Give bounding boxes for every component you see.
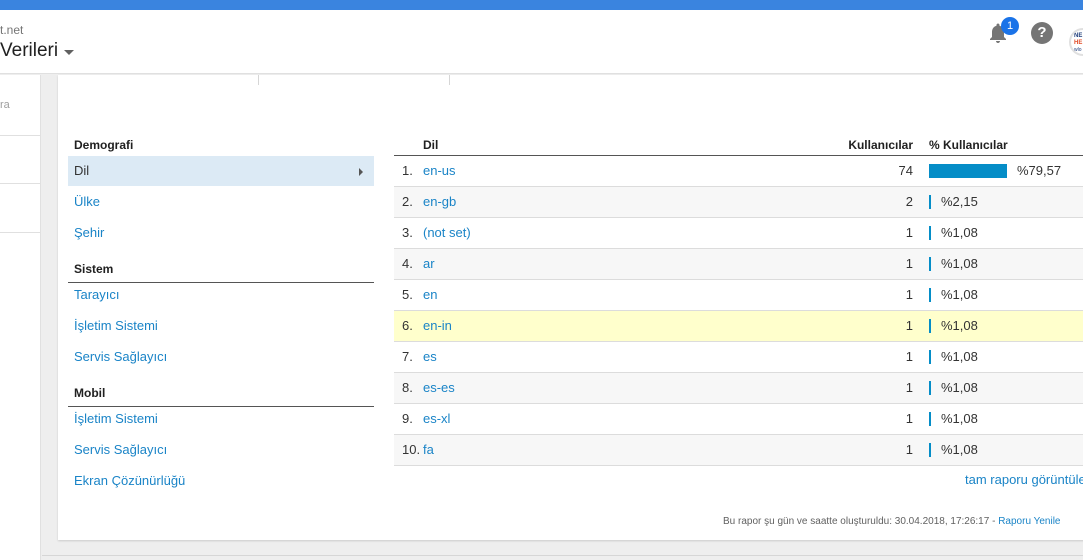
users-value: 1 <box>905 380 913 395</box>
table-row: 3. (not set) 1 %1,08 <box>394 218 1083 249</box>
language-link[interactable]: ar <box>423 249 435 279</box>
avatar-text-2: HE <box>1074 40 1083 46</box>
generated-text: Bu rapor şu gün ve saatte oluşturuldu: 3… <box>723 516 999 527</box>
table-row: 10. fa 1 %1,08 <box>394 435 1083 466</box>
percent-bar <box>929 381 931 395</box>
column-header-dil: Dil <box>423 138 439 152</box>
percent-bar <box>929 226 931 240</box>
table-row: 1. en-us 74 %79,57 <box>394 156 1083 187</box>
row-rank: 3. <box>402 225 413 240</box>
language-link[interactable]: en-in <box>423 311 452 341</box>
dimension-item-ulke[interactable]: Ülke <box>68 187 374 217</box>
dimension-item-dil[interactable]: Dil <box>68 156 374 186</box>
report-footer: Bu rapor şu gün ve saatte oluşturuldu: 3… <box>723 516 1060 527</box>
percent-bar <box>929 257 931 271</box>
chevron-right-icon <box>359 168 363 176</box>
users-value: 1 <box>905 318 913 333</box>
view-selector[interactable]: Verileri <box>0 40 75 62</box>
row-rank: 4. <box>402 256 413 271</box>
dimension-item-sehir[interactable]: Şehir <box>68 218 374 248</box>
divider <box>258 75 259 85</box>
language-link[interactable]: en-us <box>423 156 456 186</box>
row-rank: 1. <box>402 163 413 178</box>
percent-bar <box>929 412 931 426</box>
table-row: 4. ar 1 %1,08 <box>394 249 1083 280</box>
users-value: 1 <box>905 256 913 271</box>
left-nav: ra <box>0 75 41 560</box>
percent-value: %2,15 <box>941 194 978 209</box>
users-value: 2 <box>905 194 913 209</box>
row-rank: 2. <box>402 194 413 209</box>
table-row: 7. es 1 %1,08 <box>394 342 1083 373</box>
percent-bar <box>929 164 1007 178</box>
column-header-users: Kullanıcılar <box>848 138 913 152</box>
users-value: 1 <box>905 287 913 302</box>
account-name[interactable]: t.net <box>0 23 23 37</box>
percent-value: %79,57 <box>1017 163 1062 178</box>
language-link[interactable]: en <box>423 280 437 310</box>
row-rank: 8. <box>402 380 413 395</box>
language-link[interactable]: (not set) <box>423 218 471 248</box>
percent-bar <box>929 319 931 333</box>
row-rank: 5. <box>402 287 413 302</box>
percent-value: %1,08 <box>941 318 978 333</box>
language-link[interactable]: es-xl <box>423 404 450 434</box>
percent-bar <box>929 288 931 302</box>
refresh-report-link[interactable]: Raporu Yenile <box>998 516 1060 527</box>
dimension-item-label: Dil <box>74 163 90 178</box>
top-accent-bar <box>0 0 1083 10</box>
percent-value: %1,08 <box>941 411 978 426</box>
app-header: t.net Verileri <box>0 10 1083 74</box>
users-value: 1 <box>905 349 913 364</box>
row-rank: 9. <box>402 411 413 426</box>
row-rank: 10. <box>402 442 421 457</box>
avatar-text-1: NE <box>1074 33 1083 39</box>
full-report-link[interactable]: tam raporu görüntüle <box>965 472 1083 487</box>
divider <box>449 75 450 85</box>
row-rank: 6. <box>402 318 413 333</box>
percent-bar <box>929 443 931 457</box>
divider <box>0 183 41 184</box>
caret-down-icon <box>64 49 75 55</box>
dimension-item-mobil-servis-saglayici[interactable]: Servis Sağlayıcı <box>68 435 374 465</box>
divider <box>0 232 41 233</box>
column-header-pct-users: % Kullanıcılar <box>929 138 1008 152</box>
notification-badge[interactable]: 1 <box>1001 17 1019 35</box>
language-link[interactable]: en-gb <box>423 187 456 217</box>
language-link[interactable]: fa <box>423 435 434 465</box>
avatar-text-3: wlo <box>1074 47 1082 53</box>
users-value: 1 <box>905 442 913 457</box>
dimension-item-isletim-sistemi[interactable]: İşletim Sistemi <box>68 311 374 341</box>
users-value: 74 <box>898 163 913 178</box>
percent-bar <box>929 195 931 209</box>
percent-value: %1,08 <box>941 349 978 364</box>
percent-value: %1,08 <box>941 287 978 302</box>
percent-value: %1,08 <box>941 380 978 395</box>
view-title: Verileri <box>0 40 59 61</box>
divider <box>42 555 1083 556</box>
table-row: 2. en-gb 2 %2,15 <box>394 187 1083 218</box>
percent-bar <box>929 350 931 364</box>
language-link[interactable]: es <box>423 342 437 372</box>
table-row: 6. en-in 1 %1,08 <box>394 311 1083 342</box>
users-value: 1 <box>905 411 913 426</box>
table-row: 5. en 1 %1,08 <box>394 280 1083 311</box>
help-icon[interactable]: ? <box>1031 22 1053 44</box>
language-link[interactable]: es-es <box>423 373 455 403</box>
table-row: 8. es-es 1 %1,08 <box>394 373 1083 404</box>
dimension-item-servis-saglayici[interactable]: Servis Sağlayıcı <box>68 342 374 372</box>
row-rank: 7. <box>402 349 413 364</box>
percent-value: %1,08 <box>941 256 978 271</box>
users-value: 1 <box>905 225 913 240</box>
percent-value: %1,08 <box>941 225 978 240</box>
table-header: Dil Kullanıcılar % Kullanıcılar <box>394 133 1083 156</box>
dimension-item-tarayici[interactable]: Tarayıcı <box>68 280 374 310</box>
dimension-item-mobil-isletim-sistemi[interactable]: İşletim Sistemi <box>68 404 374 434</box>
percent-value: %1,08 <box>941 442 978 457</box>
dimension-item-ekran-cozunurlugu[interactable]: Ekran Çözünürlüğü <box>68 466 374 496</box>
table-row: 9. es-xl 1 %1,08 <box>394 404 1083 435</box>
left-nav-fragment[interactable]: ra <box>0 99 10 111</box>
divider <box>0 135 41 136</box>
